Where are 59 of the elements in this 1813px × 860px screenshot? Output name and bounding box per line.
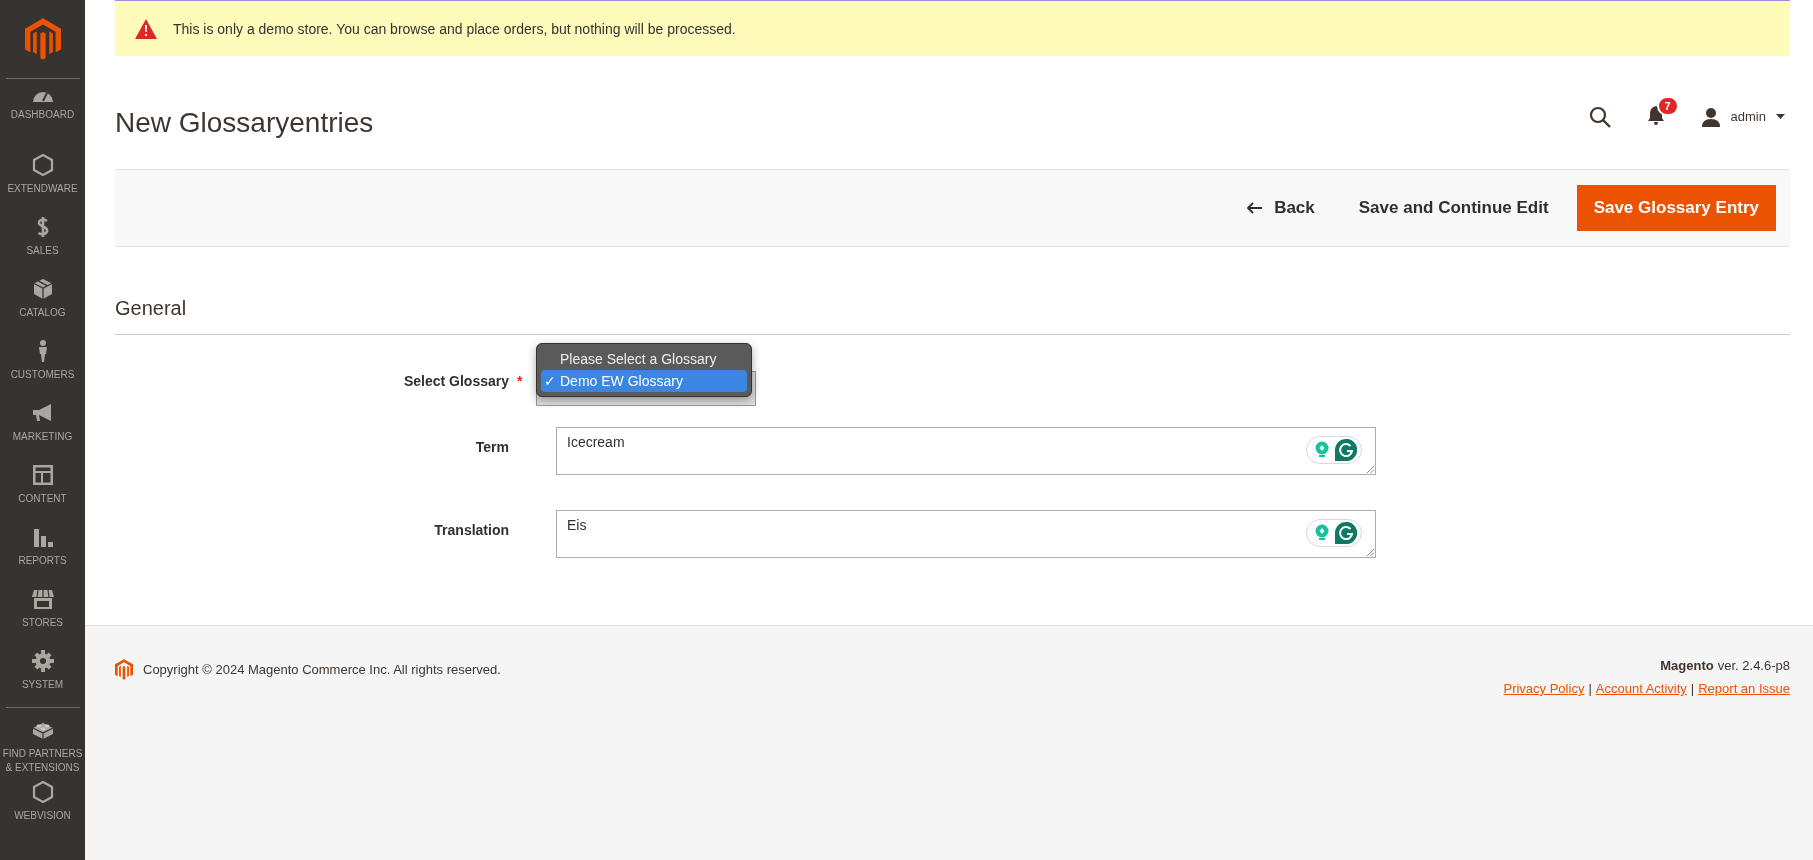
notice-text: This is only a demo store. You can browse and place orders, but nothing will be processed. [173, 20, 736, 37]
sidebar-item[interactable]: REPORTS [0, 521, 85, 583]
grammarly-widget[interactable] [1306, 519, 1362, 547]
link-separator: | [1588, 681, 1592, 696]
field-label: Select Glossary [403, 373, 509, 389]
text-field[interactable]: Eis [556, 510, 1376, 558]
lightbulb-icon [1315, 441, 1329, 459]
gauge-icon [30, 91, 55, 103]
save-continue-button[interactable]: Save and Continue Edit [1342, 188, 1565, 228]
hexagon-icon [30, 780, 55, 804]
search-icon[interactable] [1588, 105, 1611, 128]
sidebar-item[interactable]: SYSTEM [0, 645, 85, 707]
copyright-text: Copyright © 2024 Magento Commerce Inc. All rights reserved. [143, 661, 501, 677]
sidebar-item[interactable]: WEBVISION [0, 776, 85, 838]
field-label: Term [475, 439, 509, 455]
sidebar-item[interactable]: STORES [0, 583, 85, 645]
required-mark: * [517, 373, 523, 389]
field-label: Translation [434, 522, 509, 538]
person-icon [37, 339, 48, 363]
grammarly-widget[interactable] [1306, 436, 1362, 464]
sidebar-item[interactable]: MARKETING [0, 397, 85, 459]
resize-grip-icon[interactable] [1367, 549, 1374, 556]
settings-icon [30, 649, 55, 673]
layout-icon [30, 463, 55, 487]
user-icon [1700, 106, 1721, 127]
lightbulb-icon [1315, 524, 1329, 542]
footer-link[interactable]: Account Activity [1595, 681, 1687, 696]
save-button[interactable]: Save Glossary Entry [1576, 185, 1776, 231]
sidebar-item[interactable]: CUSTOMERS [0, 335, 85, 397]
logo-icon[interactable] [24, 18, 61, 60]
sidebar-item[interactable]: CONTENT [0, 459, 85, 521]
logo-icon [115, 658, 133, 680]
section-title: General [115, 297, 1790, 335]
back-arrow-icon [1247, 202, 1263, 214]
footer-link[interactable]: Report an Issue [1698, 681, 1790, 696]
sidebar-item[interactable]: DASHBOARD [0, 87, 85, 149]
sidebar-item[interactable]: FIND PARTNERS & EXTENSIONS [0, 714, 85, 776]
hexagon-icon [30, 153, 55, 177]
store-icon [30, 587, 55, 611]
page-title: New Glossaryentries [115, 106, 374, 139]
link-separator: | [1690, 681, 1695, 696]
grammarly-icon [1335, 439, 1357, 461]
back-button[interactable]: Back [1231, 188, 1331, 228]
version-text: ver. 2.4.6-p8 [1717, 658, 1790, 673]
caret-icon [1776, 114, 1785, 119]
dropdown-option[interactable]: Please Select a Glossary [541, 348, 747, 370]
sidebar-item[interactable]: CATALOG [0, 273, 85, 335]
grammarly-icon [1335, 522, 1357, 544]
warning-icon [135, 18, 157, 39]
notification-count: 7 [1656, 95, 1679, 116]
sidebar-item[interactable]: EXTENDWARE [0, 149, 85, 211]
dropdown-option[interactable]: ✓ Demo EW Glossary [541, 370, 747, 392]
user-menu[interactable]: admin [1700, 106, 1785, 127]
footer-link[interactable]: Privacy Policy [1503, 681, 1585, 696]
resize-grip-icon[interactable] [1367, 466, 1374, 473]
sidebar-item[interactable]: SALES [0, 211, 85, 273]
brand-name: Magento [1660, 658, 1714, 673]
text-field[interactable]: Icecream [556, 427, 1376, 475]
notification-bell-icon[interactable] [1646, 104, 1665, 125]
